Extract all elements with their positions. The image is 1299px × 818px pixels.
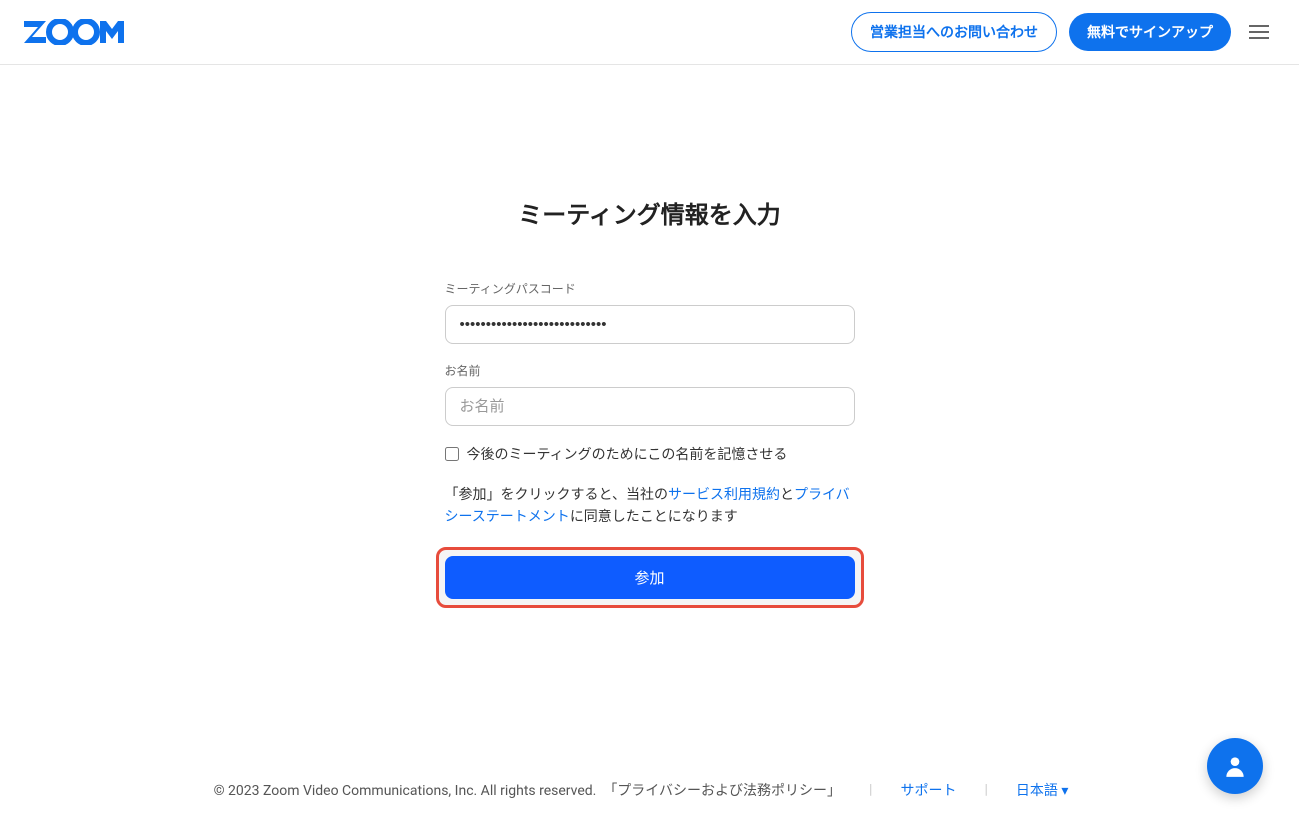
consent-suffix: に同意したことになります	[570, 509, 738, 525]
contact-sales-button[interactable]: 営業担当へのお問い合わせ	[851, 12, 1057, 52]
consent-prefix: 「参加」をクリックすると、当社の	[445, 487, 668, 503]
page-title: ミーティング情報を入力	[445, 195, 855, 230]
footer: © 2023 Zoom Video Communications, Inc. A…	[0, 762, 1282, 818]
consent-text: 「参加」をクリックすると、当社のサービス利用規約とプライバシーステートメントに同…	[445, 484, 855, 529]
name-label: お名前	[445, 362, 855, 379]
name-input[interactable]	[445, 387, 855, 426]
footer-copyright: © 2023 Zoom Video Communications, Inc. A…	[214, 780, 841, 800]
passcode-label: ミーティングパスコード	[445, 280, 855, 297]
name-group: お名前	[445, 362, 855, 426]
join-button[interactable]: 参加	[445, 556, 855, 599]
header: 営業担当へのお問い合わせ 無料でサインアップ	[0, 0, 1299, 65]
remember-checkbox[interactable]	[445, 447, 459, 461]
person-icon	[1222, 753, 1248, 779]
chevron-down-icon: ▾	[1061, 783, 1068, 799]
chat-support-button[interactable]	[1207, 738, 1263, 794]
terms-link[interactable]: サービス利用規約	[668, 487, 780, 503]
support-link[interactable]: サポート	[900, 780, 956, 800]
join-button-highlight: 参加	[436, 547, 864, 608]
remember-label[interactable]: 今後のミーティングのためにこの名前を記憶させる	[467, 444, 788, 464]
signup-free-button[interactable]: 無料でサインアップ	[1069, 13, 1231, 51]
footer-divider: |	[869, 782, 872, 798]
remember-checkbox-row: 今後のミーティングのためにこの名前を記憶させる	[445, 444, 855, 464]
zoom-logo[interactable]	[24, 19, 134, 45]
header-actions: 営業担当へのお問い合わせ 無料でサインアップ	[851, 12, 1275, 52]
footer-divider: |	[984, 782, 987, 798]
consent-mid: と	[780, 487, 794, 503]
passcode-group: ミーティングパスコード	[445, 280, 855, 344]
join-form: ミーティング情報を入力 ミーティングパスコード お名前 今後のミーティングのため…	[445, 195, 855, 608]
language-selector[interactable]: 日本語 ▾	[1016, 780, 1069, 800]
policy-link-text: 「プライバシーおよび法務ポリシー」	[603, 783, 841, 799]
passcode-input[interactable]	[445, 305, 855, 344]
main-content: ミーティング情報を入力 ミーティングパスコード お名前 今後のミーティングのため…	[0, 65, 1299, 608]
hamburger-menu-icon[interactable]	[1243, 19, 1275, 45]
